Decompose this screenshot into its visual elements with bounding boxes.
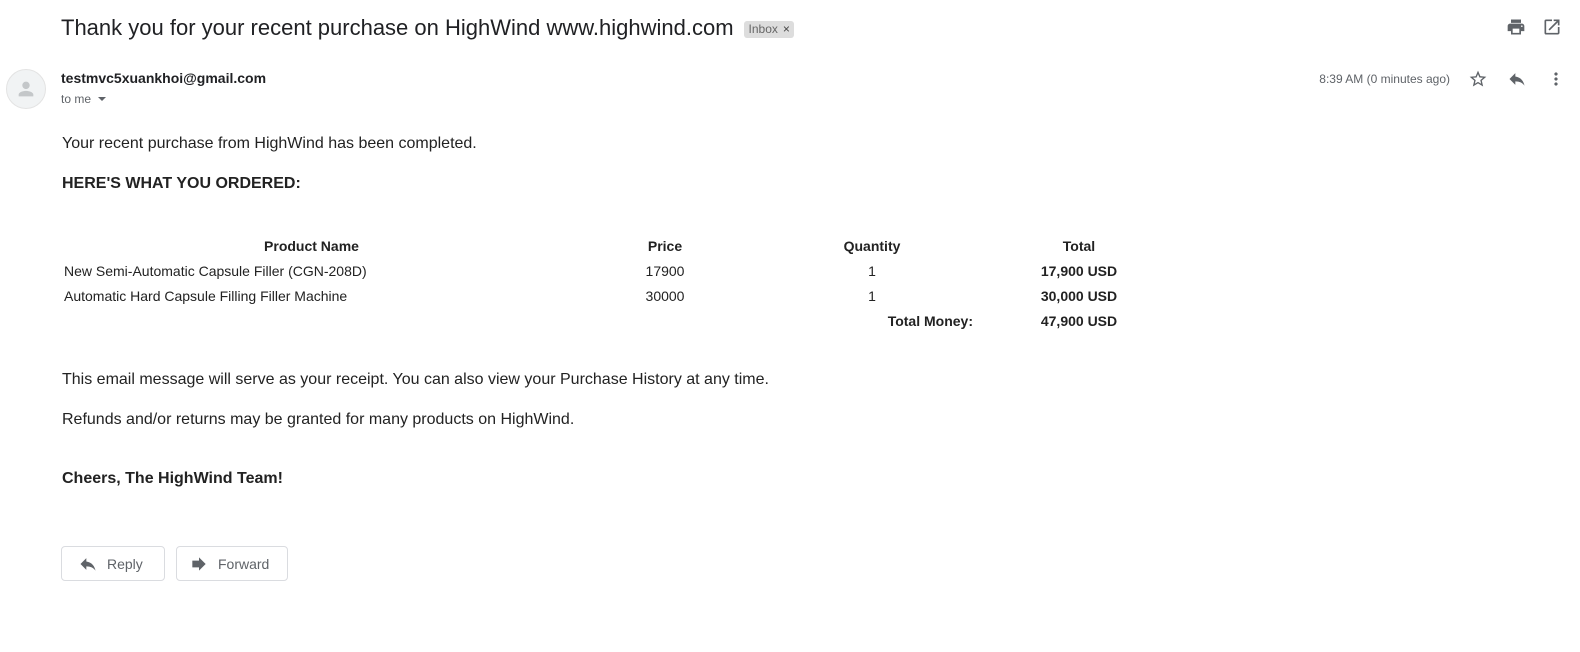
email-subject: Thank you for your recent purchase on Hi… — [61, 15, 734, 40]
message-meta: 8:39 AM (0 minutes ago) — [1319, 68, 1566, 90]
receipt-note: This email message will serve as your re… — [62, 371, 769, 388]
price-cell: 17900 — [645, 262, 685, 279]
column-header: Total — [1062, 237, 1096, 254]
intro-text: Your recent purchase from HighWind has b… — [62, 135, 477, 152]
email-subject-bar: Thank you for your recent purchase on Hi… — [61, 13, 794, 43]
recipient-text: to me — [61, 92, 92, 106]
reply-icon[interactable] — [1507, 68, 1527, 90]
forward-button[interactable]: Forward — [176, 546, 288, 581]
inbox-label-chip[interactable]: Inbox × — [743, 20, 794, 38]
signoff-text: Cheers, The HighWind Team! — [62, 470, 283, 487]
order-heading: HERE'S WHAT YOU ORDERED: — [62, 175, 301, 192]
remove-label-icon[interactable]: × — [783, 22, 790, 36]
more-options-icon[interactable] — [1546, 68, 1566, 90]
order-table: Product Name Price Quantity Total New Se… — [61, 233, 1182, 333]
refund-note: Refunds and/or returns may be granted fo… — [62, 411, 575, 428]
total-row: Total Money: 47,900 USD — [61, 308, 1182, 333]
sender-avatar[interactable] — [6, 69, 46, 109]
table-row: Automatic Hard Capsule Filling Filler Ma… — [61, 283, 1182, 308]
person-icon — [18, 81, 34, 97]
chevron-down-icon — [98, 97, 107, 101]
table-header-row: Product Name Price Quantity Total — [61, 233, 1182, 258]
message-actions — [1468, 68, 1566, 90]
reply-button-label: Reply — [107, 555, 143, 572]
total-money-label: Total Money: — [887, 312, 973, 329]
inbox-label-text: Inbox — [748, 21, 778, 36]
reply-icon — [80, 557, 96, 571]
price-cell: 30000 — [645, 287, 685, 304]
forward-button-label: Forward — [218, 555, 270, 572]
total-cell: 30,000 USD — [1040, 287, 1118, 304]
message-timestamp: 8:39 AM (0 minutes ago) — [1319, 72, 1450, 86]
print-icon[interactable] — [1506, 17, 1526, 37]
column-header: Quantity — [843, 237, 901, 254]
column-header: Price — [647, 237, 683, 254]
table-row: New Semi-Automatic Capsule Filler (CGN-2… — [61, 258, 1182, 283]
column-header: Product Name — [264, 237, 359, 254]
product-name-cell: Automatic Hard Capsule Filling Filler Ma… — [64, 287, 348, 304]
thread-actions — [1506, 17, 1562, 37]
reply-button[interactable]: Reply — [61, 546, 165, 581]
product-name-cell: New Semi-Automatic Capsule Filler (CGN-2… — [64, 262, 367, 279]
recipient-details-toggle[interactable]: to me — [61, 92, 107, 106]
quantity-cell: 1 — [868, 287, 876, 304]
total-cell: 17,900 USD — [1040, 262, 1118, 279]
star-icon[interactable] — [1468, 68, 1488, 90]
quantity-cell: 1 — [868, 262, 876, 279]
open-in-new-window-icon[interactable] — [1542, 17, 1562, 37]
total-money-value: 47,900 USD — [1040, 312, 1118, 329]
sender-email[interactable]: testmvc5xuankhoi@gmail.com — [61, 70, 266, 86]
forward-icon — [192, 556, 206, 571]
